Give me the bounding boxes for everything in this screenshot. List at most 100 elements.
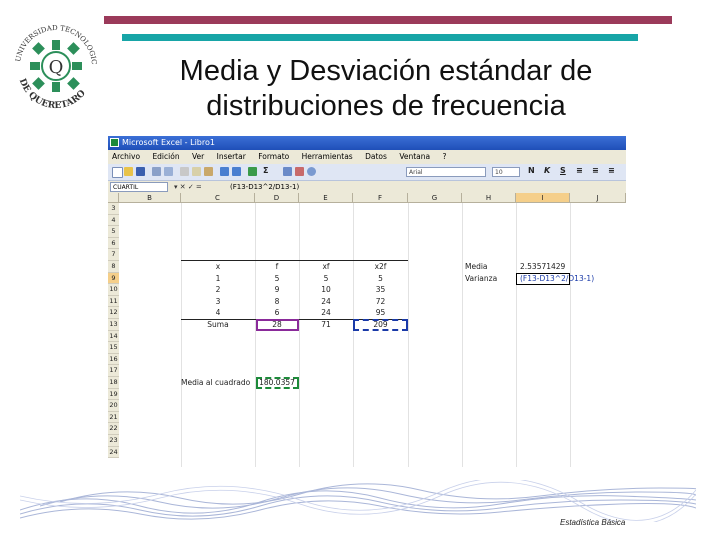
row-header[interactable]: 21: [108, 411, 119, 424]
open-icon[interactable]: [124, 167, 133, 176]
cut-icon[interactable]: [180, 167, 189, 176]
total-label-cell[interactable]: Suma: [181, 319, 255, 330]
row-header[interactable]: 17: [108, 365, 119, 377]
menu-archivo[interactable]: Archivo: [112, 152, 140, 161]
media-value[interactable]: 2.53571429: [520, 261, 565, 272]
sort-icon[interactable]: [283, 167, 292, 176]
table-cell[interactable]: 9: [255, 284, 299, 295]
row-header[interactable]: 13: [108, 319, 119, 331]
active-cell-i9: [516, 272, 570, 285]
row-header[interactable]: 4: [108, 214, 119, 227]
font-size-select[interactable]: 10: [492, 167, 520, 177]
media-cuadrado-label[interactable]: Media al cuadrado: [181, 377, 250, 388]
total-xf-cell[interactable]: 71: [299, 319, 353, 330]
reference-highlight-d13: [256, 319, 299, 331]
column-header-f[interactable]: F: [353, 193, 408, 203]
table-cell[interactable]: 1: [181, 273, 255, 284]
redo-icon[interactable]: [232, 167, 241, 176]
table-cell[interactable]: 3: [181, 296, 255, 307]
column-header-h[interactable]: H: [462, 193, 516, 203]
table-cell[interactable]: 5: [353, 273, 408, 284]
menu-ver[interactable]: Ver: [192, 152, 204, 161]
table-header-xf[interactable]: xf: [299, 261, 353, 272]
maroon-bar: [104, 16, 672, 24]
paste-icon[interactable]: [204, 167, 213, 176]
row-header[interactable]: 7: [108, 249, 119, 261]
menu-edicion[interactable]: Edición: [152, 152, 179, 161]
name-box[interactable]: CUARTIL: [110, 182, 168, 192]
row-header[interactable]: 18: [108, 377, 119, 389]
row-header[interactable]: 10: [108, 284, 119, 296]
italic-button[interactable]: K: [544, 166, 550, 175]
table-header-x[interactable]: x: [181, 261, 255, 272]
table-cell[interactable]: 4: [181, 307, 255, 318]
preview-icon[interactable]: [164, 167, 173, 176]
media-label[interactable]: Media: [465, 261, 488, 272]
column-header-d[interactable]: D: [255, 193, 299, 203]
column-header-j[interactable]: J: [570, 193, 626, 203]
menu-insertar[interactable]: Insertar: [217, 152, 246, 161]
row-header[interactable]: 14: [108, 330, 119, 343]
table-cell[interactable]: 5: [255, 273, 299, 284]
table-cell[interactable]: 2: [181, 284, 255, 295]
help-icon[interactable]: [307, 167, 316, 176]
menu-datos[interactable]: Datos: [365, 152, 387, 161]
menu-help[interactable]: ?: [443, 152, 447, 161]
chart-icon[interactable]: [295, 167, 304, 176]
select-all-corner[interactable]: [108, 193, 119, 203]
row-header[interactable]: 24: [108, 446, 119, 459]
row-header[interactable]: 3: [108, 203, 119, 215]
table-cell[interactable]: 24: [299, 307, 353, 318]
gridline: [516, 203, 517, 467]
column-header-i[interactable]: I: [516, 193, 570, 203]
varianza-label[interactable]: Varianza: [465, 273, 497, 284]
table-cell[interactable]: 10: [299, 284, 353, 295]
table-header-f[interactable]: f: [255, 261, 299, 272]
column-header-c[interactable]: C: [181, 193, 255, 203]
table-cell[interactable]: 35: [353, 284, 408, 295]
table-cell[interactable]: 72: [353, 296, 408, 307]
row-header[interactable]: 8: [108, 261, 119, 273]
menu-ventana[interactable]: Ventana: [399, 152, 430, 161]
gridline: [353, 203, 354, 467]
column-header-b[interactable]: B: [119, 193, 181, 203]
autosum-icon[interactable]: Σ: [263, 166, 268, 175]
formula-input[interactable]: (F13-D13^2/D13-1): [230, 181, 299, 193]
new-icon[interactable]: [112, 167, 123, 178]
row-header[interactable]: 11: [108, 295, 119, 308]
table-header-x2f[interactable]: x2f: [353, 261, 408, 272]
undo-icon[interactable]: [220, 167, 229, 176]
row-header[interactable]: 15: [108, 342, 119, 354]
menu-herramientas[interactable]: Herramientas: [302, 152, 353, 161]
formula-bar-buttons[interactable]: ▾ ✕ ✓ =: [174, 181, 202, 193]
underline-button[interactable]: S: [560, 166, 566, 175]
row-header[interactable]: 19: [108, 388, 119, 401]
table-cell[interactable]: 24: [299, 296, 353, 307]
table-cell[interactable]: 6: [255, 307, 299, 318]
row-header[interactable]: 16: [108, 353, 119, 366]
table-cell[interactable]: 5: [299, 273, 353, 284]
row-header[interactable]: 12: [108, 307, 119, 319]
print-icon[interactable]: [152, 167, 161, 176]
column-header-g[interactable]: G: [408, 193, 462, 203]
bold-button[interactable]: N: [528, 166, 535, 175]
row-header[interactable]: 6: [108, 237, 119, 250]
slide-title-line-2: distribuciones de frecuencia: [206, 90, 566, 122]
menu-formato[interactable]: Formato: [258, 152, 289, 161]
hyperlink-icon[interactable]: [248, 167, 257, 176]
font-name-select[interactable]: Arial: [406, 167, 486, 177]
table-cell[interactable]: 95: [353, 307, 408, 318]
row-header[interactable]: 22: [108, 423, 119, 435]
align-center-icon[interactable]: ≡: [592, 166, 599, 175]
column-header-e[interactable]: E: [299, 193, 353, 203]
row-header-selected[interactable]: 9: [108, 272, 119, 285]
align-left-icon[interactable]: ≡: [576, 166, 583, 175]
align-right-icon[interactable]: ≡: [608, 166, 615, 175]
row-header[interactable]: 5: [108, 226, 119, 238]
save-icon[interactable]: [136, 167, 145, 176]
copy-icon[interactable]: [192, 167, 201, 176]
table-cell[interactable]: 8: [255, 296, 299, 307]
row-header[interactable]: 20: [108, 400, 119, 412]
row-header[interactable]: 23: [108, 435, 119, 447]
university-logo-icon: UNIVERSIDAD TECNOLOGICA DE QUERETARO Q: [8, 8, 98, 111]
